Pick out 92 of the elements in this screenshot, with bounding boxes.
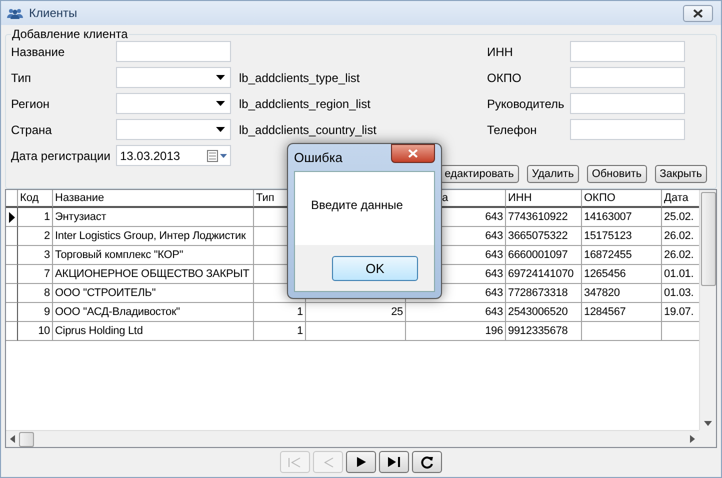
vertical-scrollbar[interactable] <box>699 190 716 430</box>
navigator-button[interactable] <box>346 451 376 473</box>
field-label: ИНН <box>487 44 514 58</box>
table-cell: 9 <box>18 303 53 322</box>
table-cell: 1 <box>18 208 53 227</box>
table-cell: Inter Logistics Group, Интер Лоджистик <box>53 227 254 246</box>
column-header[interactable]: Код <box>18 190 53 208</box>
table-cell: 15175123 <box>582 227 662 246</box>
field-label: Страна <box>11 122 53 136</box>
table-cell: 8 <box>18 284 53 303</box>
table-cell: 14163007 <box>582 208 662 227</box>
list-label: lb_addclients_type_list <box>239 70 361 84</box>
last-record-icon <box>388 457 400 467</box>
scroll-left-arrow-icon[interactable] <box>10 435 15 443</box>
table-cell: Торговый комплекс "КОР" <box>53 246 254 265</box>
list-label: lb_addclients_country_list <box>239 122 378 136</box>
table-cell: 69724141070 <box>506 265 582 284</box>
table-cell: 6660001097 <box>506 246 582 265</box>
ok-button[interactable]: OK <box>332 256 418 280</box>
field-label: Название <box>11 44 66 58</box>
window-title: Клиенты <box>29 6 78 20</box>
dialog-message: Введите данные <box>295 172 434 245</box>
table-cell: 1265456 <box>582 265 662 284</box>
table-cell: 7728673318 <box>506 284 582 303</box>
navigator-button[interactable] <box>379 451 409 473</box>
dropdown-caret-icon <box>216 127 225 132</box>
group-title: Добавление клиента <box>11 27 129 41</box>
column-header[interactable]: Название <box>53 190 254 208</box>
combo-box[interactable] <box>116 67 231 88</box>
table-cell: 1284567 <box>582 303 662 322</box>
table-cell: 10 <box>18 322 53 341</box>
column-header[interactable]: ОКПО <box>582 190 662 208</box>
close-icon <box>693 8 703 18</box>
close-button[interactable] <box>683 4 713 22</box>
dialog-title: Ошибка <box>294 150 342 165</box>
current-row-icon <box>8 212 14 222</box>
text-field[interactable] <box>570 93 685 114</box>
scroll-thumb[interactable] <box>700 192 716 286</box>
calendar-icon <box>207 150 227 162</box>
table-cell: 347820 <box>582 284 662 303</box>
table-cell: 1 <box>254 303 306 322</box>
dropdown-caret-icon <box>216 75 225 80</box>
table-cell: 643 <box>406 303 506 322</box>
navigator-button[interactable] <box>412 451 442 473</box>
first-record-icon <box>288 456 302 468</box>
scroll-down-arrow-icon[interactable] <box>704 421 712 426</box>
text-field[interactable] <box>570 67 685 88</box>
table-cell: ООО "АСД-Владивосток" <box>53 303 254 322</box>
column-header[interactable]: ИНН <box>506 190 582 208</box>
next-record-icon <box>356 457 366 467</box>
text-field[interactable] <box>570 119 685 140</box>
action-button[interactable]: Удалить <box>526 165 579 183</box>
previous-record-icon <box>322 456 334 468</box>
action-button[interactable]: Закрыть <box>654 165 707 183</box>
combo-box[interactable] <box>116 119 231 140</box>
table-cell: 3665075322 <box>506 227 582 246</box>
table-cell: 9912335678 <box>506 322 582 341</box>
column-header[interactable]: Дата <box>662 190 699 208</box>
close-button[interactable] <box>391 144 435 163</box>
text-field[interactable] <box>116 41 231 62</box>
close-icon <box>408 149 418 158</box>
field-label: ОКПО <box>487 70 522 84</box>
table-cell: ООО "СТРОИТЕЛЬ" <box>53 284 254 303</box>
users-icon <box>7 8 23 18</box>
field-label: Дата регистрации <box>11 148 112 162</box>
table-cell: 2543006520 <box>506 303 582 322</box>
horizontal-scrollbar[interactable] <box>6 430 699 447</box>
table-cell: 7 <box>18 265 53 284</box>
text-field[interactable] <box>570 41 685 62</box>
table-cell: Энтузиаст <box>53 208 254 227</box>
table-cell: 196 <box>406 322 506 341</box>
combo-box[interactable] <box>116 93 231 114</box>
list-label: lb_addclients_region_list <box>239 96 372 110</box>
action-button[interactable]: едактировать <box>440 165 519 183</box>
table-cell: Ciprus Holding Ltd <box>53 322 254 341</box>
table-cell: 1 <box>254 322 306 341</box>
field-label: Телефон <box>487 122 538 136</box>
field-label: Руководитель <box>487 96 566 110</box>
table-cell: 7743610922 <box>506 208 582 227</box>
field-label: Регион <box>11 96 51 110</box>
dropdown-caret-icon <box>216 101 225 106</box>
date-picker[interactable]: 13.03.2013 <box>116 145 231 166</box>
table-cell: 3 <box>18 246 53 265</box>
table-cell: 2 <box>18 227 53 246</box>
scroll-right-arrow-icon[interactable] <box>690 435 695 443</box>
scroll-thumb[interactable] <box>19 432 34 446</box>
refresh-icon <box>420 456 434 468</box>
action-button[interactable]: Обновить <box>586 165 647 183</box>
table-cell: 16872455 <box>582 246 662 265</box>
table-cell: АКЦИОНЕРНОЕ ОБЩЕСТВО ЗАКРЫТ <box>53 265 254 284</box>
field-label: Тип <box>11 70 32 84</box>
table-cell: 25 <box>306 303 406 322</box>
